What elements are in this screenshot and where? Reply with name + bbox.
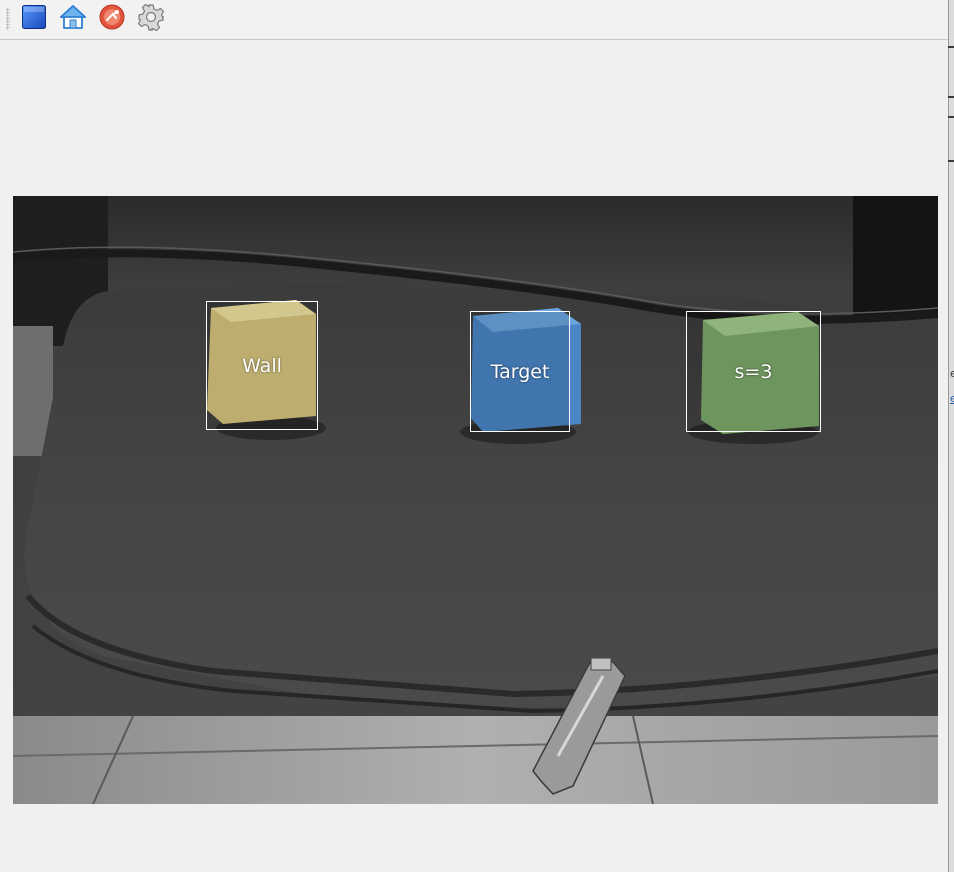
fruit-button[interactable]: [97, 4, 127, 34]
fruit-icon: [98, 3, 126, 35]
edge-text: e: [950, 367, 954, 380]
gear-icon: [137, 3, 165, 35]
toolbar-grip[interactable]: [6, 8, 10, 30]
detection-label: Target: [490, 360, 550, 383]
detection-label: Wall: [242, 354, 282, 377]
window-edge: [948, 0, 954, 872]
edge-link[interactable]: e: [950, 393, 954, 405]
window-button[interactable]: [19, 4, 49, 34]
edge-tick: [948, 160, 954, 162]
toolbar: [0, 0, 948, 40]
edge-tick: [948, 46, 954, 48]
camera-view[interactable]: Wall Target s=3: [13, 196, 938, 804]
detection-label: s=3: [734, 360, 773, 383]
edge-tick: [948, 96, 954, 98]
detection-box-target[interactable]: Target: [470, 311, 570, 432]
home-icon: [59, 4, 87, 34]
detection-box-wall[interactable]: Wall: [206, 301, 318, 430]
settings-button[interactable]: [136, 3, 166, 35]
home-button[interactable]: [58, 4, 88, 34]
window-icon: [21, 4, 47, 34]
detection-box-s3[interactable]: s=3: [686, 311, 821, 432]
edge-tick: [948, 116, 954, 118]
camera-image: [13, 196, 938, 804]
